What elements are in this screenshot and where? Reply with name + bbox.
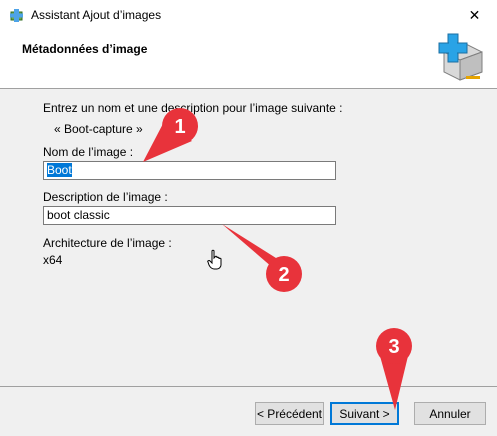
callout-2: 2: [278, 264, 289, 286]
image-name-field[interactable]: Boot: [43, 161, 336, 180]
architecture-value: x64: [43, 253, 63, 267]
image-add-icon: [10, 9, 23, 22]
description-label: Description de l’image :: [43, 190, 168, 204]
architecture-label: Architecture de l’image :: [43, 236, 172, 250]
close-icon: ✕: [468, 6, 481, 23]
footer-divider: [0, 386, 497, 387]
image-add-large-icon: [438, 33, 483, 81]
wizard-header: Métadonnées d’image: [0, 30, 497, 89]
image-name-value: Boot: [47, 163, 72, 177]
title-bar: Assistant Ajout d’images ✕: [0, 0, 497, 30]
callout-1: 1: [174, 116, 185, 138]
image-description-field[interactable]: boot classic: [43, 206, 336, 225]
image-description-value: boot classic: [47, 208, 110, 222]
hand-cursor-icon: [207, 249, 222, 270]
window-title: Assistant Ajout d’images: [31, 8, 162, 22]
intro-text: Entrez un nom et une description pour l’…: [43, 101, 343, 115]
close-button[interactable]: ✕: [452, 0, 497, 30]
image-reference: « Boot-capture »: [54, 122, 143, 136]
cancel-button[interactable]: Annuler: [414, 402, 486, 425]
name-label: Nom de l’image :: [43, 145, 134, 159]
next-button[interactable]: Suivant >: [330, 402, 399, 425]
callout-3: 3: [388, 336, 399, 358]
page-title: Métadonnées d’image: [22, 42, 148, 56]
previous-button[interactable]: < Précédent: [255, 402, 324, 425]
